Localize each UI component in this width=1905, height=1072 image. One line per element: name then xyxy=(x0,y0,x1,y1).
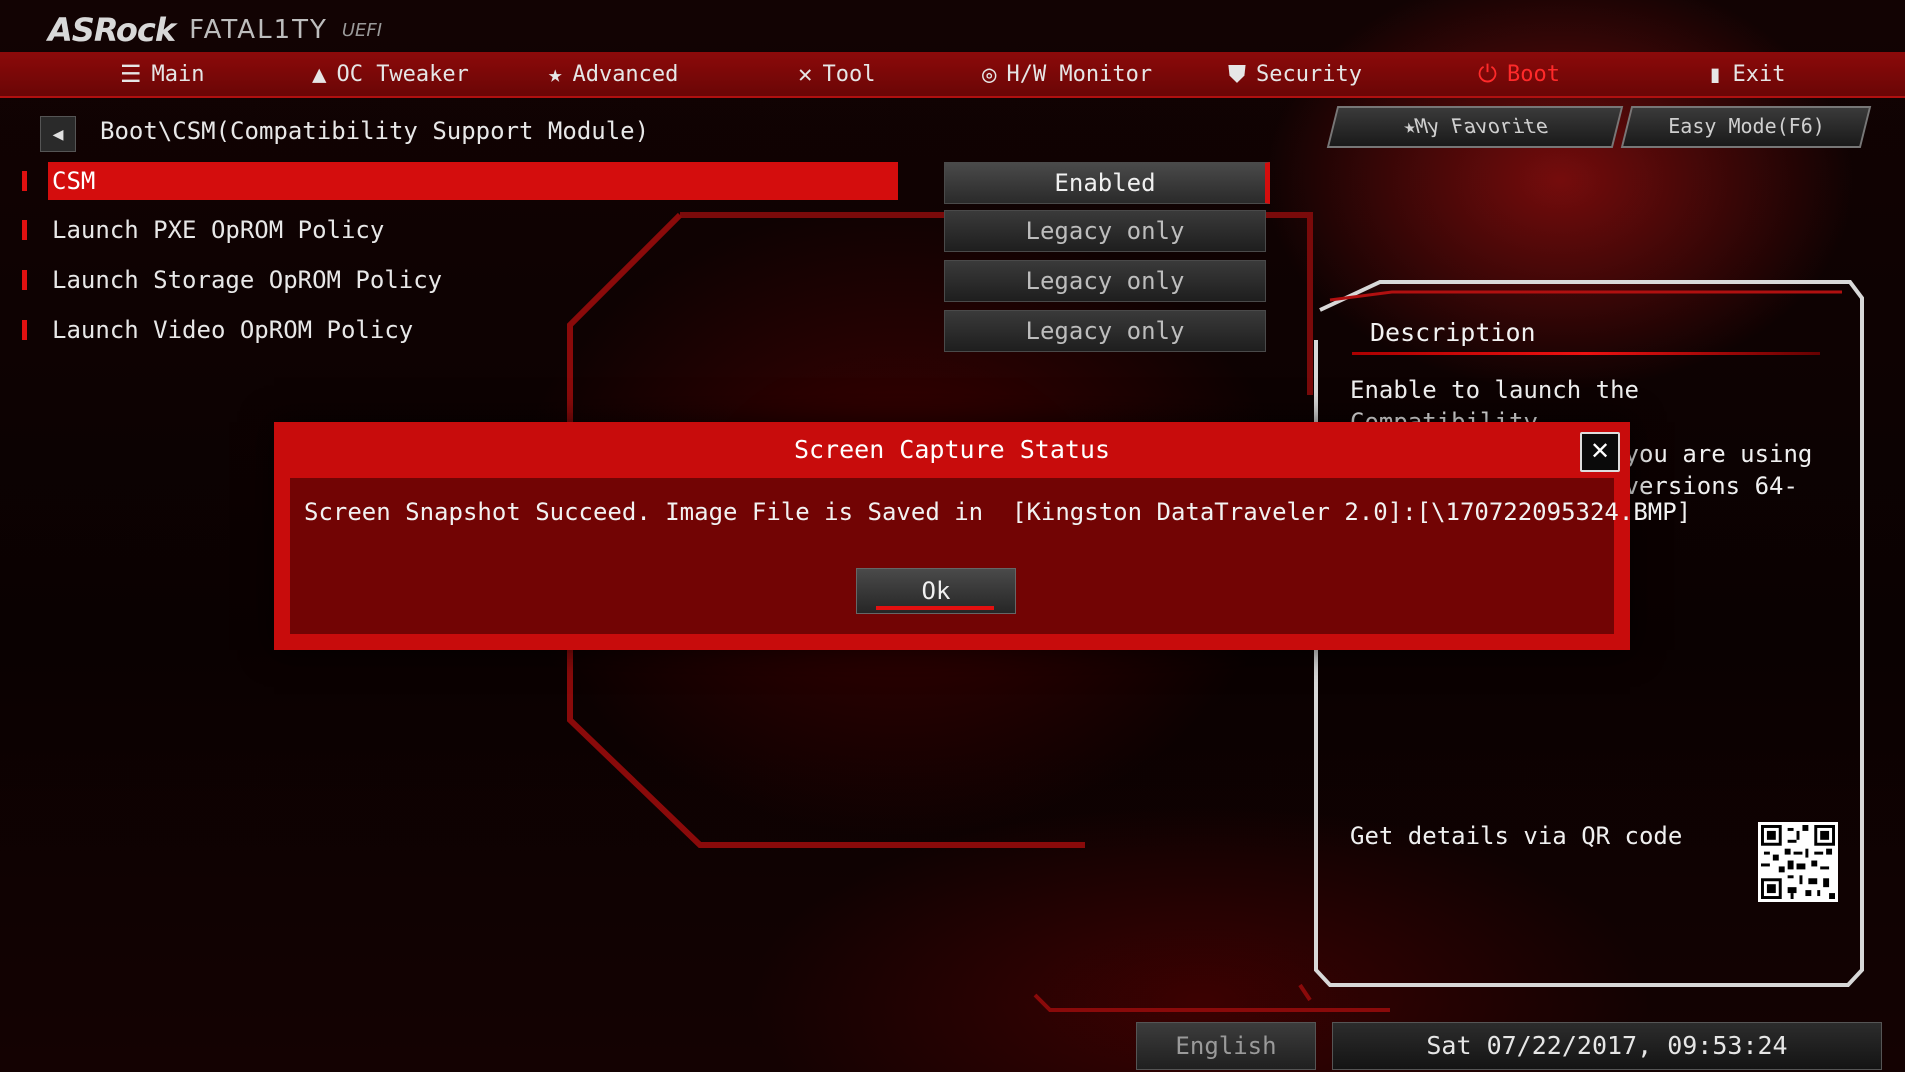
setting-value-pxe-oprom[interactable]: Legacy only xyxy=(944,210,1266,252)
star-icon: ★ xyxy=(548,60,563,88)
row-marker xyxy=(22,220,27,240)
tab-tool[interactable]: ✕ Tool xyxy=(798,52,875,96)
tab-oc-tweaker[interactable]: ▲ OC Tweaker xyxy=(312,52,469,96)
setting-row-csm[interactable]: CSM xyxy=(22,162,902,200)
setting-value-csm[interactable]: Enabled xyxy=(944,162,1270,204)
setting-label: Launch PXE OpROM Policy xyxy=(52,216,385,244)
language-button[interactable]: English xyxy=(1136,1022,1316,1070)
monitor-icon: ◎ xyxy=(982,60,997,88)
my-favorite-button[interactable]: ★ My Favorite xyxy=(1326,106,1624,148)
setting-label: Launch Storage OpROM Policy xyxy=(52,266,443,294)
tab-hw-monitor-label: H/W Monitor xyxy=(1006,61,1153,87)
tab-main[interactable]: ☰ Main xyxy=(120,52,205,96)
description-divider xyxy=(1352,352,1820,355)
setting-label: CSM xyxy=(48,162,898,200)
setting-value-storage-oprom[interactable]: Legacy only xyxy=(944,260,1266,302)
exit-icon: ▮ xyxy=(1708,60,1723,88)
easy-mode-label: Easy Mode(F6) xyxy=(1667,114,1825,138)
tab-tool-label: Tool xyxy=(822,61,876,87)
fatality-logo-text: FATAL1TY xyxy=(189,15,328,45)
setting-label: Launch Video OpROM Policy xyxy=(52,316,414,344)
shield-icon: ⛊ xyxy=(1228,60,1246,88)
row-marker xyxy=(22,270,27,290)
qr-code xyxy=(1758,822,1838,902)
back-button[interactable]: ◀ xyxy=(40,116,76,152)
setting-row-storage-oprom[interactable]: Launch Storage OpROM Policy xyxy=(22,261,902,299)
close-icon[interactable]: ✕ xyxy=(1580,432,1620,472)
my-favorite-label: My Favorite xyxy=(1412,114,1551,138)
uefi-logo-text: UEFI xyxy=(341,19,383,41)
setting-row-pxe-oprom[interactable]: Launch PXE OpROM Policy xyxy=(22,211,902,249)
qr-code-graphic xyxy=(1761,825,1835,899)
tab-exit-label: Exit xyxy=(1732,61,1786,87)
main-navbar: ☰ Main ▲ OC Tweaker ★ Advanced ✕ Tool ◎ … xyxy=(0,52,1905,98)
ok-button-focus-underline xyxy=(876,606,994,610)
rocket-icon: ▲ xyxy=(312,60,327,88)
back-arrow-icon: ◀ xyxy=(52,123,64,145)
tab-main-label: Main xyxy=(151,61,205,87)
date-time-display: Sat 07/22/2017, 09:53:24 xyxy=(1332,1022,1882,1070)
asrock-logo-text: ASRock xyxy=(48,11,176,49)
easy-mode-button[interactable]: Easy Mode(F6) xyxy=(1620,106,1872,148)
tab-security[interactable]: ⛊ Security xyxy=(1228,52,1362,96)
dialog-title: Screen Capture Status xyxy=(793,435,1111,464)
tab-oc-tweaker-label: OC Tweaker xyxy=(336,61,469,87)
qr-label: Get details via QR code xyxy=(1350,822,1683,850)
tab-advanced-label: Advanced xyxy=(572,61,679,87)
tab-boot-label: Boot xyxy=(1506,61,1560,87)
tab-security-label: Security xyxy=(1256,61,1362,87)
setting-value-video-oprom[interactable]: Legacy only xyxy=(944,310,1266,352)
tab-hw-monitor[interactable]: ◎ H/W Monitor xyxy=(982,52,1152,96)
tab-exit[interactable]: ▮ Exit xyxy=(1708,52,1785,96)
setting-row-video-oprom[interactable]: Launch Video OpROM Policy xyxy=(22,311,902,349)
breadcrumb: Boot\CSM(Compatibility Support Module) xyxy=(100,117,650,145)
brand-logo: ASRock FATAL1TY UEFI xyxy=(48,8,382,52)
description-title: Description xyxy=(1370,318,1536,347)
screen-capture-dialog: Screen Capture Status ✕ Screen Snapshot … xyxy=(274,422,1691,650)
tab-advanced[interactable]: ★ Advanced xyxy=(548,52,678,96)
row-marker xyxy=(22,320,27,340)
power-icon: ⏻ xyxy=(1478,60,1497,88)
dialog-message: Screen Snapshot Succeed. Image File is S… xyxy=(304,498,1692,526)
row-marker xyxy=(22,171,27,191)
tools-icon: ✕ xyxy=(798,60,813,88)
list-icon: ☰ xyxy=(120,60,142,88)
tab-boot[interactable]: ⏻ Boot xyxy=(1478,52,1560,96)
